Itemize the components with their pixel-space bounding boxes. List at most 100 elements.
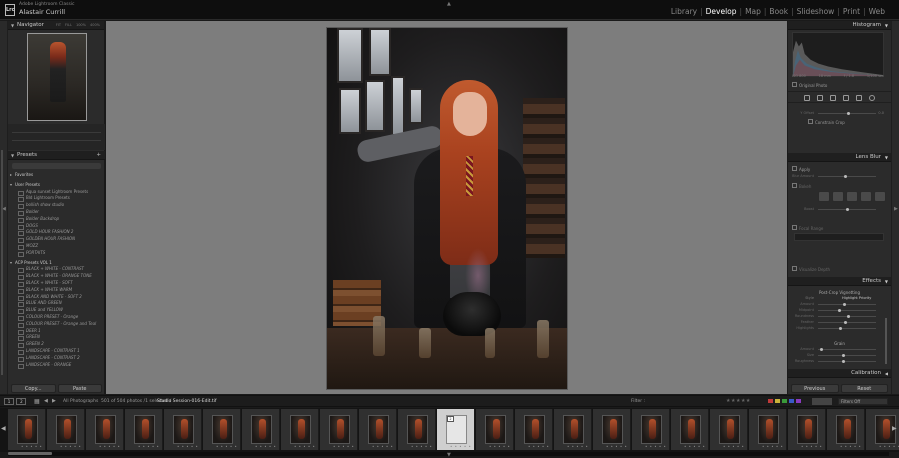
preset-item[interactable]: BLACK AND WHITE - SOFT 2: [8, 294, 105, 301]
filmstrip-thumbnail[interactable]: • • • • •: [359, 409, 397, 450]
module-print[interactable]: Print: [841, 7, 862, 16]
preset-item[interactable]: LANDSCAPE - ORANGE: [8, 362, 105, 369]
preset-item[interactable]: bollish show studio: [8, 202, 105, 209]
preset-group[interactable]: Favorites: [8, 172, 105, 179]
preset-item[interactable]: BLUE and YELLOW: [8, 307, 105, 314]
focal-range-bar[interactable]: [794, 233, 884, 241]
color-label-swatch[interactable]: [775, 399, 780, 403]
slider-knob[interactable]: [842, 359, 845, 363]
filmstrip-thumbnail[interactable]: • • • • •: [164, 409, 202, 450]
slider-knob[interactable]: [847, 314, 850, 318]
filter-preset-select[interactable]: Filters Off: [838, 398, 888, 405]
copy-button[interactable]: Copy...: [11, 384, 56, 393]
rating-filter[interactable]: ★★★★★: [726, 398, 751, 404]
module-web[interactable]: Web: [867, 7, 887, 16]
filename-label[interactable]: Studio Session-016-Edit.tif: [157, 399, 217, 404]
filmstrip-thumbnail[interactable]: • • • • •: [281, 409, 319, 450]
bokeh-shape-cat-eye[interactable]: [874, 191, 886, 202]
right-panel-scrollbar[interactable]: [885, 318, 887, 364]
apply-lens-blur-checkbox[interactable]: Apply: [792, 166, 810, 172]
left-panel-scrollbar[interactable]: [1, 150, 3, 375]
paste-button[interactable]: Paste: [57, 384, 102, 393]
crop-y-offset-slider[interactable]: Y Offset 0.0: [792, 111, 884, 117]
filmstrip-thumbnail[interactable]: • • • • •: [632, 409, 670, 450]
collapse-triangle-icon[interactable]: ▼: [885, 277, 888, 286]
preset-item[interactable]: DOGS: [8, 223, 105, 230]
secondary-screen-button[interactable]: 2: [16, 398, 27, 405]
add-preset-icon[interactable]: +: [96, 151, 101, 160]
right-panel-toggle-icon[interactable]: ▶: [894, 206, 898, 212]
preset-item[interactable]: GREEN: [8, 334, 105, 342]
preset-item[interactable]: COLOUR PRESET - Orange and Teal: [8, 321, 105, 328]
grid-view-icon[interactable]: ▦: [34, 398, 40, 405]
constrain-crop-checkbox[interactable]: Constrain Crop: [808, 119, 845, 125]
preset-item[interactable]: Aqua sunset Lightroom Presets: [8, 189, 105, 196]
filmstrip-scroll-thumb[interactable]: [8, 452, 52, 455]
histogram-header[interactable]: Histogram ▼: [788, 21, 891, 30]
previous-button[interactable]: Previous: [791, 384, 839, 393]
navigator-preview[interactable]: [27, 33, 87, 121]
filmstrip-thumbnail[interactable]: • • • • •: [515, 409, 553, 450]
visualize-depth-checkbox[interactable]: Visualize Depth: [792, 266, 830, 272]
navigator-zoom-tab[interactable]: 400%: [90, 21, 100, 30]
effects-header[interactable]: Effects ▼: [788, 277, 891, 286]
boost-slider[interactable]: Boost: [792, 207, 884, 213]
filmstrip-thumbnail[interactable]: • • • • •: [593, 409, 631, 450]
collapse-triangle-icon[interactable]: ▼: [11, 151, 14, 160]
filmstrip-thumbnail[interactable]: • • • • •: [398, 409, 436, 450]
slider-knob[interactable]: [820, 347, 823, 351]
filmstrip-thumbnail[interactable]: • • • • •: [671, 409, 709, 450]
reset-button[interactable]: Reset: [840, 384, 888, 393]
module-library[interactable]: Library: [669, 7, 699, 16]
preset-item[interactable]: COLOUR PRESET - Orange: [8, 314, 105, 321]
bokeh-shape-bubble[interactable]: [832, 191, 844, 202]
edit-sliders-icon[interactable]: [804, 95, 810, 101]
preset-item[interactable]: LANDSCAPE - CONTRAST 2: [8, 355, 105, 362]
preset-item[interactable]: Bolder: [8, 209, 105, 216]
filmstrip-thumbnail[interactable]: • • • • •: [8, 409, 46, 450]
presets-header[interactable]: ▼ Presets +: [8, 151, 105, 160]
preset-group[interactable]: User Presets: [8, 182, 105, 189]
blur-amount-slider[interactable]: Blur Amount: [792, 174, 884, 180]
preset-item[interactable]: MOZZ: [8, 243, 105, 250]
slider-roughness[interactable]: Roughness: [792, 359, 884, 365]
module-book[interactable]: Book: [767, 7, 790, 16]
preset-item[interactable]: BLACK + WHITE - ORANGE TONE: [8, 273, 105, 280]
primary-screen-button[interactable]: 1: [4, 398, 14, 405]
source-label[interactable]: All Photographs: [63, 399, 98, 404]
preset-item[interactable]: BLACK + WHITE WARM: [8, 287, 105, 294]
filter-lock-icon[interactable]: [812, 398, 832, 405]
histogram-graph[interactable]: [792, 32, 884, 77]
slider-knob[interactable]: [838, 308, 841, 312]
collapse-triangle-icon[interactable]: ▼: [885, 153, 888, 162]
presence-icon[interactable]: [869, 95, 875, 101]
masking-icon[interactable]: [856, 95, 862, 101]
filmstrip-thumbnail[interactable]: • • • • •: [203, 409, 241, 450]
right-panel-edge[interactable]: ▶: [891, 21, 899, 394]
navigator-header[interactable]: ▼ Navigator FIT FILL 100% 400%: [8, 21, 104, 30]
healing-icon[interactable]: [830, 95, 836, 101]
preset-item[interactable]: BLACK + WHITE - CONTRAST: [8, 266, 105, 274]
preset-item[interactable]: PORTAITS: [8, 250, 105, 257]
filmstrip-thumbnail[interactable]: • • • • •: [125, 409, 163, 450]
preset-item[interactable]: GREEN 2: [8, 341, 105, 348]
filmstrip-thumbnail[interactable]: 2 • • • • •: [437, 409, 475, 450]
filmstrip-thumbnail[interactable]: • • • • •: [827, 409, 865, 450]
preset-item[interactable]: GOLD HOUR FASHION 2: [8, 229, 105, 237]
red-eye-icon[interactable]: [843, 95, 849, 101]
slider-knob[interactable]: [843, 302, 846, 306]
module-slideshow[interactable]: Slideshow: [795, 7, 837, 16]
bokeh-shape-ring[interactable]: [860, 191, 872, 202]
navigator-zoom-tab[interactable]: FILL: [65, 21, 72, 30]
preset-item[interactable]: GOLDEN HOUR FASHION: [8, 236, 105, 243]
filmstrip-thumbnail[interactable]: • • • • •: [47, 409, 85, 450]
calibration-header[interactable]: Calibration ◀: [788, 369, 891, 378]
slider-highlights[interactable]: Highlights: [792, 326, 884, 332]
filmstrip-thumbnail[interactable]: • • • • •: [749, 409, 787, 450]
color-label-swatch[interactable]: [782, 399, 787, 403]
top-panel-toggle-icon[interactable]: ▲: [447, 1, 451, 7]
vignette-style-select[interactable]: Highlight Priority: [842, 296, 871, 300]
slider-knob[interactable]: [844, 320, 847, 324]
bokeh-shape-circle[interactable]: [818, 191, 830, 202]
filmstrip-right-arrow-icon[interactable]: ▶: [892, 425, 897, 432]
